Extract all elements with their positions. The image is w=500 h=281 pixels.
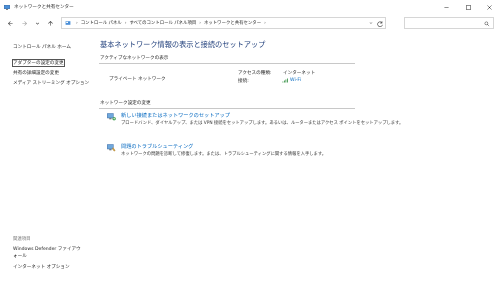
change-settings-header: ネットワーク設定の変更 [100, 101, 151, 106]
section-divider [99, 108, 355, 109]
chevron-down-icon[interactable] [368, 20, 374, 26]
active-networks-header: アクティブなネットワークの表示 [100, 56, 169, 61]
address-bar[interactable]: › コントロール パネル › すべてのコントロール パネル項目 › ネットワーク… [61, 17, 386, 29]
see-also-header: 関連項目 [13, 237, 31, 242]
minimize-button[interactable] [435, 0, 457, 14]
back-button[interactable] [6, 19, 14, 27]
connections-label: 接続: [238, 79, 249, 84]
recent-locations-button[interactable] [33, 19, 41, 27]
sidebar-link-firewall[interactable]: Windows Defender ファイアウォール [13, 246, 83, 260]
maximize-button[interactable] [457, 0, 479, 14]
breadcrumb-separator: › [199, 20, 201, 26]
breadcrumb-separator: › [264, 20, 266, 26]
access-type-value: インターネット [283, 71, 316, 76]
new-connection-description: ブロードバンド、ダイヤルアップ、または VPN 接続をセットアップします。あるい… [121, 121, 404, 126]
page-title: 基本ネットワーク情報の表示と接続のセットアップ [100, 40, 266, 49]
sidebar-link-media-streaming[interactable]: メディア ストリーミング オプション [13, 80, 89, 86]
network-center-app-icon [4, 4, 10, 10]
sidebar-link-internet-options[interactable]: インターネット オプション [13, 264, 83, 271]
title-bar: ネットワークと共有センター [0, 0, 500, 14]
breadcrumb-control-panel[interactable]: コントロール パネル [81, 20, 122, 26]
breadcrumb-all-items[interactable]: すべてのコントロール パネル項目 [129, 20, 196, 26]
section-divider [99, 63, 355, 64]
sidebar-link-advanced-sharing[interactable]: 共有の詳細設定の変更 [13, 70, 59, 76]
network-name: プライベート ネットワーク [109, 77, 166, 82]
access-type-label: アクセスの種類: [238, 71, 272, 76]
refresh-icon[interactable] [376, 20, 384, 28]
maximize-icon [465, 4, 471, 10]
forward-button[interactable] [20, 19, 28, 27]
troubleshoot-icon [107, 144, 116, 152]
troubleshoot-description: ネットワークの問題を診断して修復します。または、トラブルシューティングに関する情… [121, 152, 326, 157]
minimize-icon [443, 6, 449, 8]
troubleshoot-link[interactable]: 問題のトラブルシューティング [121, 143, 193, 150]
main-content: 基本ネットワーク情報の表示と接続のセットアップ アクティブなネットワークの表示 … [99, 33, 494, 281]
close-icon [486, 4, 492, 10]
sidebar-link-change-adapter-settings[interactable]: アダプターの設定の変更 [11, 58, 66, 68]
breadcrumb-separator: › [76, 20, 78, 26]
wifi-connection-link[interactable]: Wi-Fi [282, 78, 301, 83]
wifi-signal-icon [282, 78, 288, 83]
close-button[interactable] [478, 0, 500, 14]
search-icon [484, 21, 490, 27]
breadcrumb-separator: › [124, 20, 127, 26]
window-title: ネットワークと共有センター [14, 5, 74, 10]
arrow-right-icon [21, 20, 27, 26]
arrow-left-icon [7, 20, 13, 26]
wifi-connection-label[interactable]: Wi-Fi [290, 78, 301, 83]
new-connection-icon [107, 113, 116, 121]
arrow-up-icon [47, 20, 53, 26]
up-button[interactable] [46, 19, 54, 27]
sidebar-link-control-panel-home[interactable]: コントロール パネル ホーム [13, 44, 71, 50]
sidebar: コントロール パネル ホーム アダプターの設定の変更 共有の詳細設定の変更 メデ… [0, 33, 95, 281]
search-input[interactable] [404, 17, 494, 29]
chevron-down-icon [35, 22, 39, 25]
control-panel-icon [65, 21, 71, 25]
new-connection-link[interactable]: 新しい接続またはネットワークのセットアップ [121, 112, 230, 119]
breadcrumb-current[interactable]: ネットワークと共有センター [204, 20, 261, 26]
